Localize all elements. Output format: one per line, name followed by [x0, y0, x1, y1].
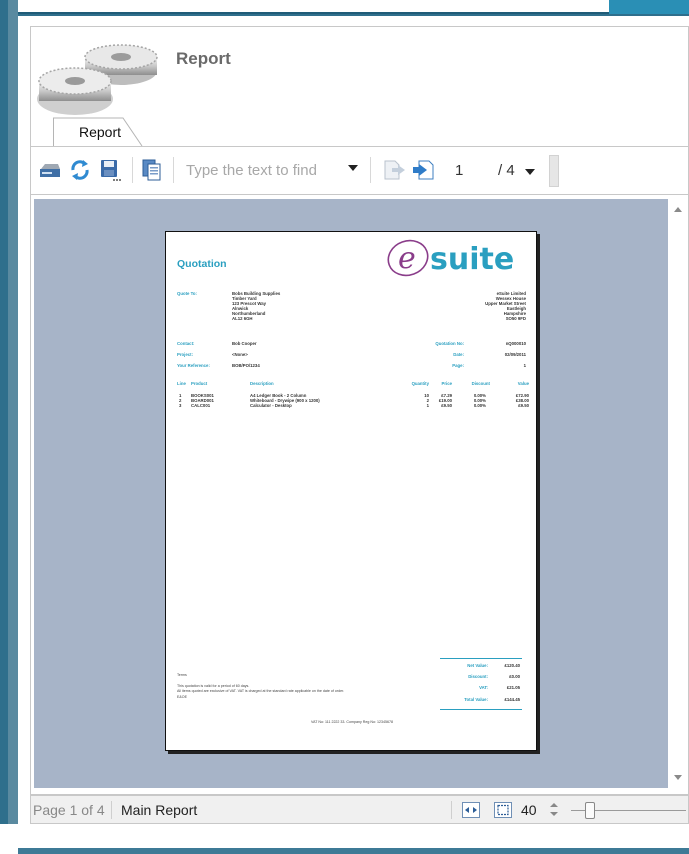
- find-text-input[interactable]: Type the text to find: [184, 157, 362, 185]
- zoom-spinner[interactable]: [549, 801, 559, 819]
- fit-width-icon[interactable]: [462, 802, 480, 818]
- save-icon: [101, 160, 121, 181]
- contact-label: Contact:: [177, 341, 195, 346]
- page-info: Page 1 of 4: [33, 802, 105, 818]
- column-header: Discount: [471, 381, 490, 386]
- discount-label: Discount:: [468, 674, 488, 679]
- toolbar-overflow-grip[interactable]: [549, 155, 559, 187]
- report-name: Main Report: [121, 802, 198, 818]
- fit-page-icon[interactable]: [494, 802, 512, 818]
- report-page: Quotation e suite Quote To: Bobs Buildin…: [165, 231, 537, 751]
- document-footer: VAT No: 111 2222 33. Company Reg No: 123…: [311, 720, 393, 724]
- zoom-down-arrow-icon[interactable]: [550, 812, 558, 816]
- total-label: Total Value:: [464, 697, 488, 702]
- status-separator: [111, 801, 112, 819]
- previous-result-button[interactable]: [382, 157, 406, 183]
- quote-to-label: Quote To:: [177, 291, 197, 296]
- net-value-label: Net Value:: [467, 663, 488, 668]
- current-page-field[interactable]: 1: [455, 162, 463, 179]
- title-strip: [0, 0, 610, 12]
- esuite-logo: e suite: [387, 239, 514, 277]
- gears-icon: [37, 44, 158, 115]
- zoom-up-arrow-icon[interactable]: [550, 803, 558, 807]
- column-header: Description: [250, 381, 274, 386]
- vat-value: £21.05: [506, 685, 520, 690]
- quote-to-line: AL12 6GH: [232, 316, 253, 321]
- toolbar-separator: [370, 157, 371, 183]
- project-value: <None>: [232, 352, 248, 357]
- terms-block: Terms This quotation is valid for a peri…: [177, 673, 417, 700]
- total-pages-label: / 4: [498, 162, 515, 179]
- column-header: Line: [177, 381, 186, 386]
- column-header: Value: [517, 381, 529, 386]
- copy-button[interactable]: [140, 157, 164, 183]
- vertical-scrollbar[interactable]: [670, 199, 686, 788]
- report-title: Report: [176, 49, 231, 68]
- column-header: Quantity: [411, 381, 429, 386]
- status-separator: [451, 801, 452, 819]
- refresh-button[interactable]: [68, 157, 92, 183]
- net-value: £120.40: [504, 663, 520, 668]
- print-button[interactable]: [38, 157, 62, 183]
- vat-label: VAT:: [479, 685, 488, 690]
- column-header: Product: [191, 381, 208, 386]
- scroll-up-arrow-icon[interactable]: [674, 207, 682, 212]
- window-frame-bottom: [0, 824, 689, 854]
- page-label: Page:: [452, 363, 464, 368]
- quote-no-label: Quotation No:: [435, 341, 464, 346]
- report-canvas: Quotation e suite Quote To: Bobs Buildin…: [34, 199, 668, 788]
- status-bar: Page 1 of 4 Main Report 40: [30, 795, 689, 824]
- table-row: 3 CALC001 Calculator - Desktop 1 £9.50 0…: [179, 403, 529, 408]
- copy-icon: [142, 159, 161, 181]
- supplier-line: SO50 9FD: [505, 316, 526, 321]
- reference-label: Your Reference:: [177, 363, 210, 368]
- terms-line: E&OE: [177, 694, 187, 699]
- window-frame-top: [0, 0, 689, 14]
- toolbar-separator: [173, 157, 174, 183]
- tab-report-label: Report: [79, 124, 122, 140]
- total-value: £144.45: [504, 697, 520, 702]
- date-value: 02/09/2011: [504, 352, 526, 357]
- toolbar-separator: [132, 157, 133, 183]
- save-button[interactable]: [98, 157, 122, 183]
- project-label: Project:: [177, 352, 193, 357]
- lines-header: Line Product Description Quantity Price …: [177, 381, 529, 387]
- svg-text:suite: suite: [430, 242, 514, 277]
- refresh-icon: [71, 160, 89, 180]
- svg-text:e: e: [398, 241, 416, 276]
- previous-result-icon: [384, 160, 405, 180]
- chevron-down-icon[interactable]: [525, 169, 535, 175]
- discount-value: £0.00: [509, 674, 520, 679]
- zoom-slider[interactable]: [571, 802, 686, 819]
- zoom-slider-thumb[interactable]: [585, 802, 595, 819]
- printer-icon: [40, 164, 60, 177]
- report-viewer: Quotation e suite Quote To: Bobs Buildin…: [30, 194, 689, 795]
- viewer-toolbar: Type the text to find 1 / 4: [30, 151, 689, 191]
- find-dropdown-arrow[interactable]: [348, 165, 358, 171]
- next-result-icon: [413, 160, 434, 180]
- report-window: Report Report Type the text to find 1 / …: [18, 16, 689, 824]
- column-header: Price: [441, 381, 452, 386]
- window-frame-left: [0, 0, 18, 854]
- scroll-down-arrow-icon[interactable]: [674, 775, 682, 780]
- document-title: Quotation: [177, 258, 227, 270]
- frame-accent: [609, 0, 689, 14]
- quote-no-value: nQ000010: [505, 341, 526, 346]
- page-value: 1: [523, 363, 526, 368]
- next-result-button[interactable]: [412, 157, 436, 183]
- contact-value: Bob Cooper: [232, 341, 257, 346]
- reference-value: BOB/PO/1234: [232, 363, 260, 368]
- date-label: Date:: [453, 352, 464, 357]
- zoom-level: 40: [521, 802, 537, 818]
